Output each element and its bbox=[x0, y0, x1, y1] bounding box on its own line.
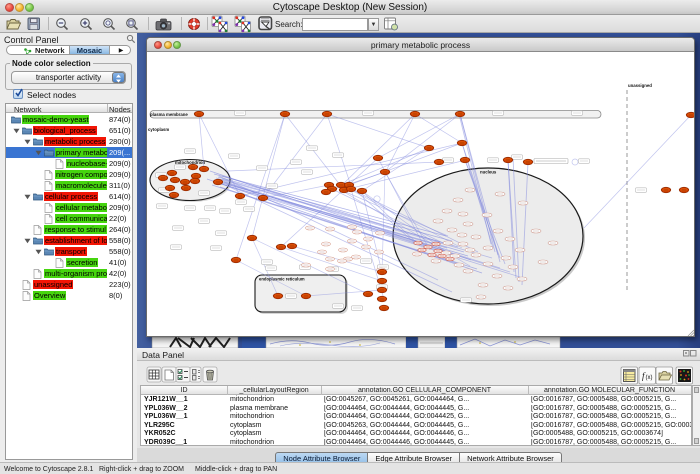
svg-text:endoplasmic reticulum: endoplasmic reticulum bbox=[259, 277, 305, 282]
svg-text:plasma membrane: plasma membrane bbox=[150, 112, 188, 117]
svg-text:cytoplasm: cytoplasm bbox=[148, 127, 169, 132]
svg-text:unassigned: unassigned bbox=[628, 83, 652, 88]
svg-text:nucleus: nucleus bbox=[480, 170, 497, 175]
svg-text:(x): (x) bbox=[646, 375, 653, 381]
